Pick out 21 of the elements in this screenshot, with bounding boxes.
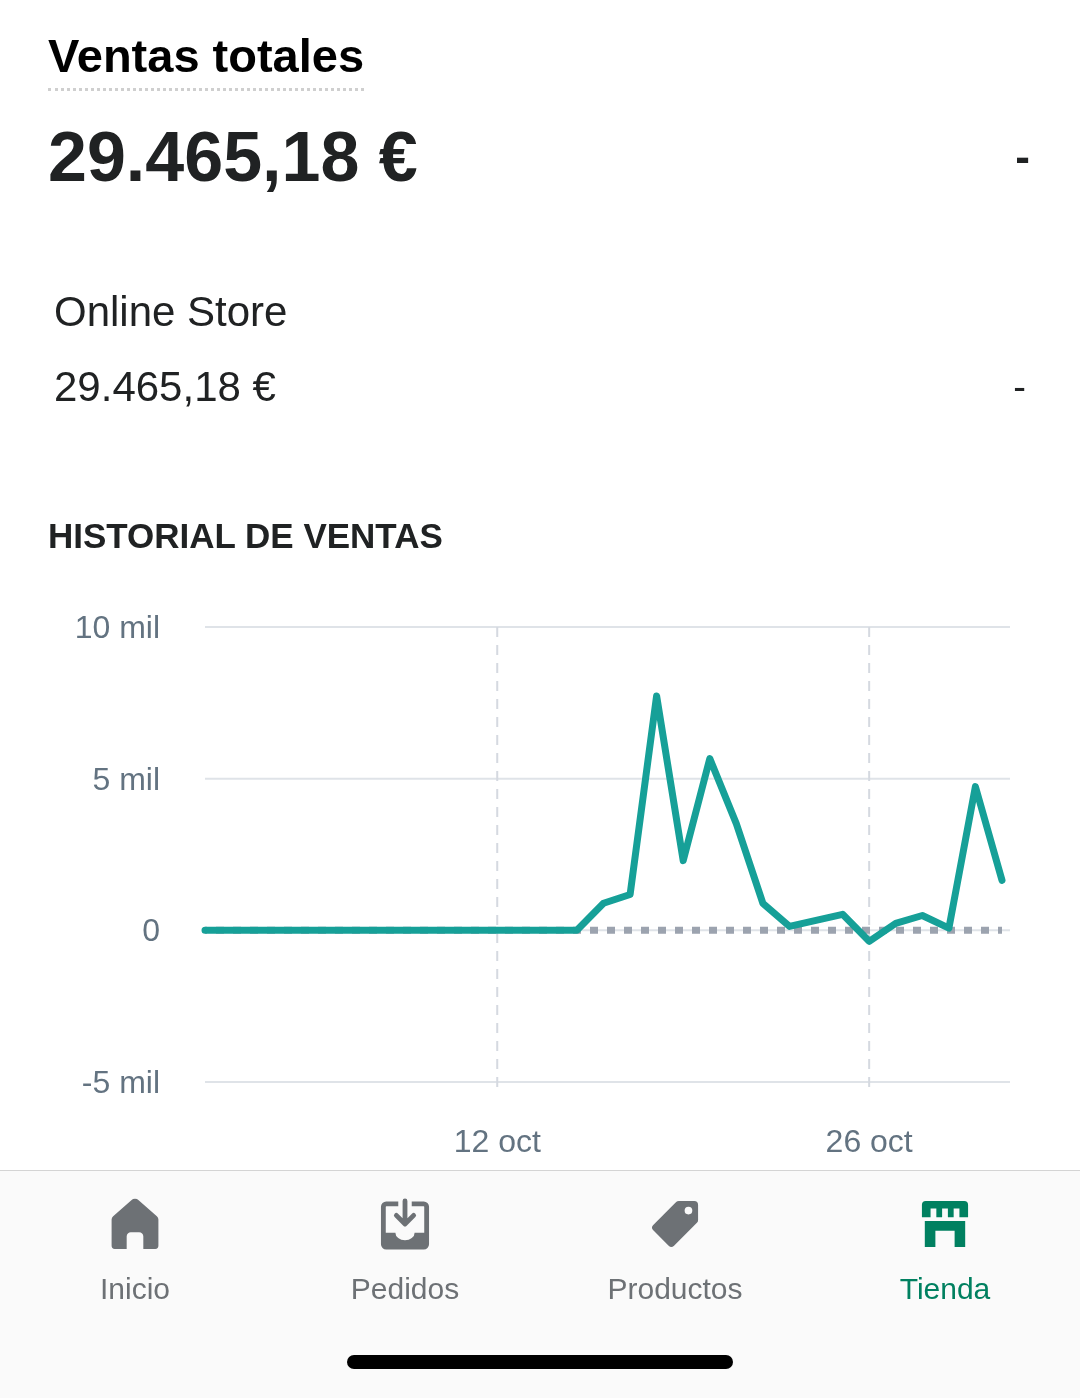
comparison-value: - [1015, 131, 1030, 183]
storefront-icon [920, 1198, 970, 1250]
house-icon [110, 1198, 160, 1250]
tab-item[interactable]: Tienda [810, 1171, 1080, 1307]
y-axis-label: -5 mil [81, 1064, 160, 1100]
section-heading: HISTORIAL DE VENTAS [48, 515, 443, 557]
tray-arrow-icon [380, 1198, 430, 1250]
tab-item[interactable]: Productos [540, 1171, 810, 1307]
x-axis-label: 26 oct [825, 1123, 913, 1159]
x-axis-label: 12 oct [453, 1123, 541, 1159]
tab-item[interactable]: Inicio [0, 1171, 270, 1307]
y-axis-label: 5 mil [92, 760, 160, 797]
comparison-value: - [1013, 365, 1026, 410]
y-axis-label: 10 mil [74, 609, 160, 645]
y-axis-label: 0 [142, 912, 160, 949]
metric-title: Ventas totales [48, 28, 365, 91]
tag-icon [650, 1198, 700, 1250]
channel-name: Online Store [54, 288, 288, 336]
tab-item[interactable]: Pedidos [270, 1171, 540, 1307]
channel-sales-value: 29.465,18 € [54, 363, 276, 411]
total-sales-value: 29.465,18 € [48, 117, 418, 197]
